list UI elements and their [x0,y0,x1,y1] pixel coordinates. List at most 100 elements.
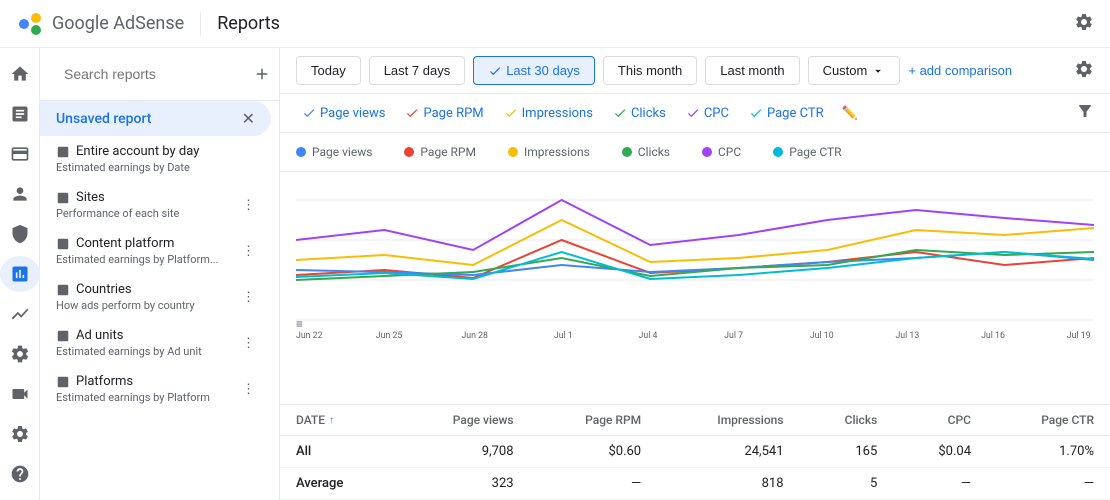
svg-text:Jun 25: Jun 25 [376,331,403,340]
add-comparison-button[interactable]: + add comparison [908,63,1012,78]
today-button[interactable]: Today [296,56,361,85]
app-header: Google AdSense Reports [0,0,1110,48]
col-pagerpm: Page RPM [530,405,658,436]
report-icon3 [56,237,70,251]
last7days-button[interactable]: Last 7 days [369,56,466,85]
sidebar-search-bar [40,48,279,101]
add-icon [253,65,271,83]
add-report-button[interactable] [253,60,271,88]
metric-clicks[interactable]: Clicks [607,104,672,123]
sidebar-item-active[interactable]: Unsaved report ✕ [40,101,271,136]
active-item-label: Unsaved report [56,111,151,127]
cell-cpc-avg: — [893,468,987,500]
metric-cpc[interactable]: CPC [680,104,735,123]
report-icon [56,145,70,159]
nav-optimization[interactable] [0,296,40,332]
sidebar-item-countries[interactable]: Countries How ads perform by country ⋮ [40,274,271,320]
nav-content[interactable] [0,96,40,132]
sidebar-item-name: Content platform [56,236,219,251]
sidebar-item-menu-platforms[interactable]: ⋮ [242,382,255,397]
line-chart: Jun 22 Jun 25 Jun 28 Jul 1 Jul 4 Jul 7 J… [280,172,1110,404]
svg-text:Jul 10: Jul 10 [810,331,834,340]
sidebar-item-platforms[interactable]: Platforms Estimated earnings by Platform… [40,366,271,412]
check-icon [302,106,316,120]
left-nav [0,48,40,500]
settings-nav-icon [10,424,30,444]
col-date: DATE ↑ [280,405,395,436]
filter-button[interactable] [1076,102,1094,124]
date-col-header: DATE ↑ [296,413,379,427]
chart-legend: Page views Page RPM Impressions Clicks C… [280,133,1110,172]
optimization-icon [10,304,30,324]
sidebar-item-info: Countries How ads perform by country [56,282,195,312]
svg-text:Jul 7: Jul 7 [724,331,743,340]
report-icon6 [56,375,70,389]
cell-pagerpm-avg: — [530,468,658,500]
sidebar-item-menu-adunits[interactable]: ⋮ [242,336,255,351]
last30days-button[interactable]: Last 30 days [473,56,595,85]
gear-icon [1074,59,1094,79]
sidebar-item-name: Platforms [56,374,210,389]
thismonth-button[interactable]: This month [603,56,697,85]
nav-help[interactable] [0,456,40,492]
chart-svg: Jun 22 Jun 25 Jun 28 Jul 1 Jul 4 Jul 7 J… [296,180,1094,340]
nav-privacy[interactable] [0,216,40,252]
sidebar-item-info: Entire account by day Estimated earnings… [56,144,199,174]
col-clicks: Clicks [800,405,894,436]
sidebar-item-menu-countries[interactable]: ⋮ [242,290,255,305]
cell-clicks-avg: 5 [800,468,894,500]
nav-home[interactable] [0,56,40,92]
metric-pagectr[interactable]: Page CTR [743,104,830,123]
check-icon6 [749,106,763,120]
legend-dot-pagectr [773,147,783,157]
metric-impressions[interactable]: Impressions [498,104,599,123]
edit-metrics-button[interactable]: ✏️ [842,106,858,121]
close-active-item[interactable]: ✕ [242,109,255,128]
nav-experiments[interactable] [0,336,40,372]
app-layout: Unsaved report ✕ Entire account by day E… [0,48,1110,500]
sort-icon[interactable]: ↑ [329,415,334,426]
toolbar-right [1074,59,1094,83]
legend-pagerpm: Page RPM [404,145,476,159]
legend-pageviews: Page views [296,145,372,159]
check-icon4 [613,106,627,120]
lastmonth-button[interactable]: Last month [705,56,799,85]
settings-button[interactable] [1074,12,1094,35]
sidebar-item-content-platform[interactable]: Content platform Estimated earnings by P… [40,228,271,274]
sidebar-item-ad-units[interactable]: Ad units Estimated earnings by Ad unit ⋮ [40,320,271,366]
page-title: Reports [217,13,280,34]
report-table: DATE ↑ Page views Page RPM Impressions C… [280,405,1110,500]
legend-dot-clicks [622,147,632,157]
report-icon5 [56,329,70,343]
legend-dot-impressions [508,147,518,157]
table-row: Average 323 — 818 5 — — [280,468,1110,500]
custom-button[interactable]: Custom [808,56,901,85]
cell-pageviews-avg: 323 [395,468,530,500]
sidebar-item-entire-account[interactable]: Entire account by day Estimated earnings… [40,136,271,182]
metric-chips: Page views Page RPM Impressions Clicks C… [280,94,1110,133]
search-input[interactable] [64,66,245,82]
nav-accounts[interactable] [0,176,40,212]
home-icon [10,64,30,84]
sidebar: Unsaved report ✕ Entire account by day E… [40,48,280,500]
privacy-icon [10,224,30,244]
nav-video[interactable] [0,376,40,412]
report-settings-button[interactable] [1074,59,1094,82]
header-divider [200,12,201,36]
sidebar-item-name: Sites [56,190,179,205]
cell-impressions-avg: 818 [657,468,799,500]
col-pagectr: Page CTR [987,405,1110,436]
svg-text:Jul 4: Jul 4 [639,331,658,340]
sidebar-item-menu-sites[interactable]: ⋮ [242,198,255,213]
sidebar-item-menu-content[interactable]: ⋮ [242,244,255,259]
sidebar-item-sites[interactable]: Sites Performance of each site ⋮ [40,182,271,228]
sidebar-item-name: Ad units [56,328,202,343]
metric-pagerpm[interactable]: Page RPM [399,104,489,123]
nav-payment[interactable] [0,136,40,172]
nav-reports[interactable] [0,256,40,292]
nav-settings[interactable] [0,416,40,452]
sidebar-item-name: Countries [56,282,195,297]
svg-text:Jul 13: Jul 13 [895,331,919,340]
video-icon [10,384,30,404]
metric-pageviews[interactable]: Page views [296,104,391,123]
